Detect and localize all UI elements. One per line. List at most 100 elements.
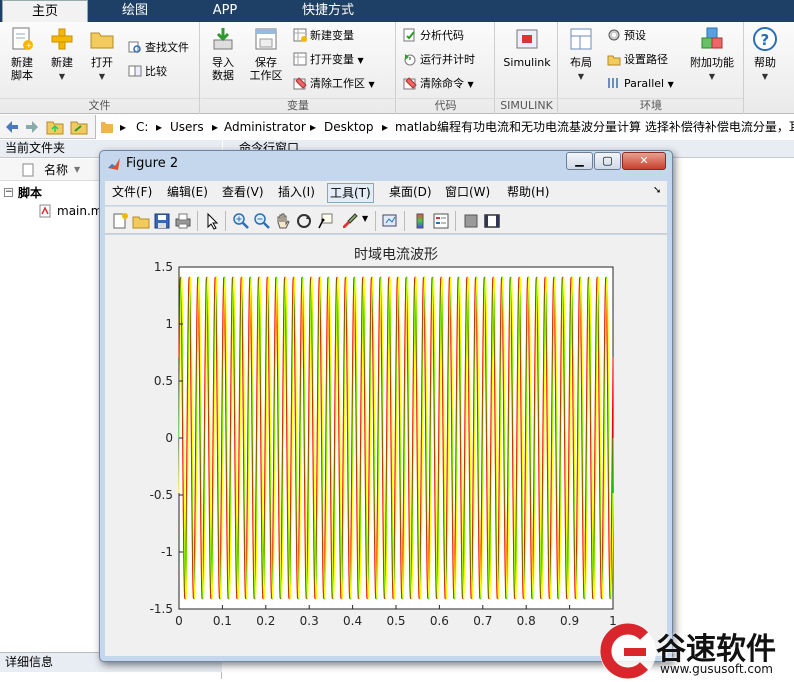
- new-script-label-1: 新建: [11, 56, 33, 69]
- toolbar-separator: [375, 211, 376, 231]
- help-button[interactable]: ? 帮助 ▼: [748, 26, 782, 83]
- menu-file[interactable]: 文件(F): [110, 183, 154, 203]
- colorbar-icon[interactable]: [411, 212, 429, 230]
- tab-plots[interactable]: 绘图: [92, 0, 178, 22]
- open-variable-button[interactable]: 打开变量 ▼: [293, 52, 364, 70]
- current-folder-title: 当前文件夹: [5, 141, 66, 155]
- menu-view[interactable]: 查看(V): [220, 183, 266, 203]
- import-data-button[interactable]: 导入 数据: [205, 26, 241, 82]
- collapse-icon[interactable]: −: [4, 188, 13, 197]
- brush-dropdown-icon[interactable]: ▼: [362, 214, 368, 223]
- figure-window: Figure 2 ▁ ▢ ✕ 文件(F) 编辑(E) 查看(V) 插入(I) 工…: [99, 150, 673, 662]
- crumb-users[interactable]: Users: [170, 119, 204, 135]
- clear-workspace-button[interactable]: 清除工作区 ▼: [293, 76, 375, 94]
- new-figure-icon[interactable]: [111, 212, 129, 230]
- menu-insert[interactable]: 插入(I): [276, 183, 317, 203]
- menu-help[interactable]: 帮助(H): [505, 183, 551, 203]
- figure-canvas[interactable]: 0 0.1 0.2 0.3 0.4 0.5 0.6 0.7 0.8 0.9 1 1.5 1 0.5 0 -0.…: [105, 235, 667, 656]
- zoom-in-icon[interactable]: [232, 212, 250, 230]
- new-button[interactable]: 新建 ▼: [46, 26, 78, 83]
- preferences-button[interactable]: 预设: [607, 28, 646, 46]
- new-script-button[interactable]: + 新建 脚本: [4, 26, 40, 82]
- up-folder-icon[interactable]: [46, 119, 64, 135]
- open-file-icon[interactable]: [132, 212, 150, 230]
- chevron-down-icon: ▼: [761, 72, 769, 81]
- x-tick-label: 0.8: [517, 614, 536, 628]
- x-tick-label: 0.6: [430, 614, 449, 628]
- minimize-button[interactable]: ▁: [566, 152, 593, 170]
- x-tick-label: 0.7: [473, 614, 492, 628]
- back-arrow-icon[interactable]: [4, 119, 20, 135]
- layout-button[interactable]: 布局 ▼: [563, 26, 599, 83]
- menu-tools[interactable]: 工具(T): [327, 183, 374, 203]
- parallel-label: Parallel: [624, 77, 665, 90]
- open-button[interactable]: 打开 ▼: [86, 26, 118, 83]
- x-tick-label: 0.1: [213, 614, 232, 628]
- analyze-code-button[interactable]: 分析代码: [403, 28, 464, 46]
- save-icon[interactable]: [153, 212, 171, 230]
- name-column-header[interactable]: 名称: [44, 159, 68, 181]
- chevron-down-icon: ▼: [357, 56, 364, 65]
- x-tick-label: 0.4: [343, 614, 362, 628]
- parallel-button[interactable]: Parallel ▼: [607, 76, 674, 94]
- run-and-time-button[interactable]: 运行并计时: [403, 52, 475, 70]
- rotate-3d-icon[interactable]: [295, 212, 313, 230]
- save-ws-label-1: 保存: [255, 56, 277, 69]
- x-tick-label: 0.3: [300, 614, 319, 628]
- save-workspace-button[interactable]: 保存 工作区: [245, 26, 287, 82]
- close-button[interactable]: ✕: [622, 152, 666, 170]
- menu-window[interactable]: 窗口(W): [443, 183, 492, 203]
- clear-workspace-icon: [293, 77, 307, 90]
- path-field[interactable]: ▸ C: ▸ Users ▸ Administrator ▸ Desktop ▸…: [95, 115, 794, 139]
- crumb-desktop[interactable]: Desktop: [324, 119, 374, 135]
- details-title: 详细信息: [5, 655, 54, 669]
- data-cursor-icon[interactable]: [316, 212, 334, 230]
- tab-apps[interactable]: APP: [182, 0, 268, 22]
- set-path-label: 设置路径: [624, 53, 668, 66]
- y-tick-label: 1.5: [154, 260, 173, 274]
- find-files-button[interactable]: 查找文件: [128, 40, 189, 58]
- maximize-icon: ▢: [602, 154, 613, 167]
- brush-icon[interactable]: [341, 212, 359, 230]
- new-variable-button[interactable]: 新建变量: [293, 28, 354, 46]
- hide-plot-tools-icon[interactable]: [462, 212, 480, 230]
- menu-edit[interactable]: 编辑(E): [165, 183, 210, 203]
- compare-button[interactable]: 比较: [128, 64, 167, 82]
- sort-arrow-icon: ▼: [74, 165, 81, 174]
- toolbar-separator: [404, 211, 405, 231]
- crumb-project-folder[interactable]: matlab编程有功电流和无功电流基波分量计算 选择补偿待补偿电流分量，耳: [395, 119, 794, 135]
- pan-hand-icon[interactable]: [274, 212, 292, 230]
- clear-commands-label: 清除命令: [420, 77, 464, 90]
- set-path-button[interactable]: 设置路径: [607, 52, 668, 70]
- crumb-drive[interactable]: C:: [136, 119, 148, 135]
- link-plot-icon[interactable]: [381, 212, 399, 230]
- dock-arrow-icon[interactable]: ➘: [653, 185, 661, 196]
- show-plot-tools-icon[interactable]: [483, 212, 501, 230]
- chevron-down-icon: ▼: [708, 72, 716, 81]
- tab-shortcuts[interactable]: 快捷方式: [272, 0, 384, 22]
- file-icon: [22, 163, 34, 177]
- forward-arrow-icon[interactable]: [24, 119, 40, 135]
- legend-icon[interactable]: [432, 212, 450, 230]
- crumb-administrator[interactable]: Administrator: [224, 119, 306, 135]
- clear-commands-button[interactable]: 清除命令 ▼: [403, 76, 474, 94]
- chart-title: 时域电流波形: [354, 247, 438, 263]
- browse-folder-icon[interactable]: [70, 119, 88, 135]
- svg-text:+: +: [26, 41, 33, 50]
- group-file: + 新建 脚本 新建 ▼ 打开 ▼ 查找文件 比较 文件: [0, 22, 200, 114]
- tab-home[interactable]: 主页: [2, 0, 88, 22]
- zoom-out-icon[interactable]: [253, 212, 271, 230]
- clear-workspace-label: 清除工作区: [310, 77, 365, 90]
- addons-button[interactable]: 附加功能 ▼: [687, 26, 737, 83]
- new-script-icon: +: [12, 27, 33, 50]
- print-icon[interactable]: [174, 212, 192, 230]
- chevron-down-icon: ▼: [577, 72, 585, 81]
- select-arrow-icon[interactable]: [203, 212, 221, 230]
- new-variable-label: 新建变量: [310, 29, 354, 42]
- run-and-time-label: 运行并计时: [420, 53, 475, 66]
- simulink-button[interactable]: Simulink: [500, 26, 554, 69]
- analyze-code-icon: [403, 28, 415, 42]
- run-and-time-icon: [404, 54, 416, 66]
- maximize-button[interactable]: ▢: [594, 152, 621, 170]
- menu-desktop[interactable]: 桌面(D): [387, 183, 434, 203]
